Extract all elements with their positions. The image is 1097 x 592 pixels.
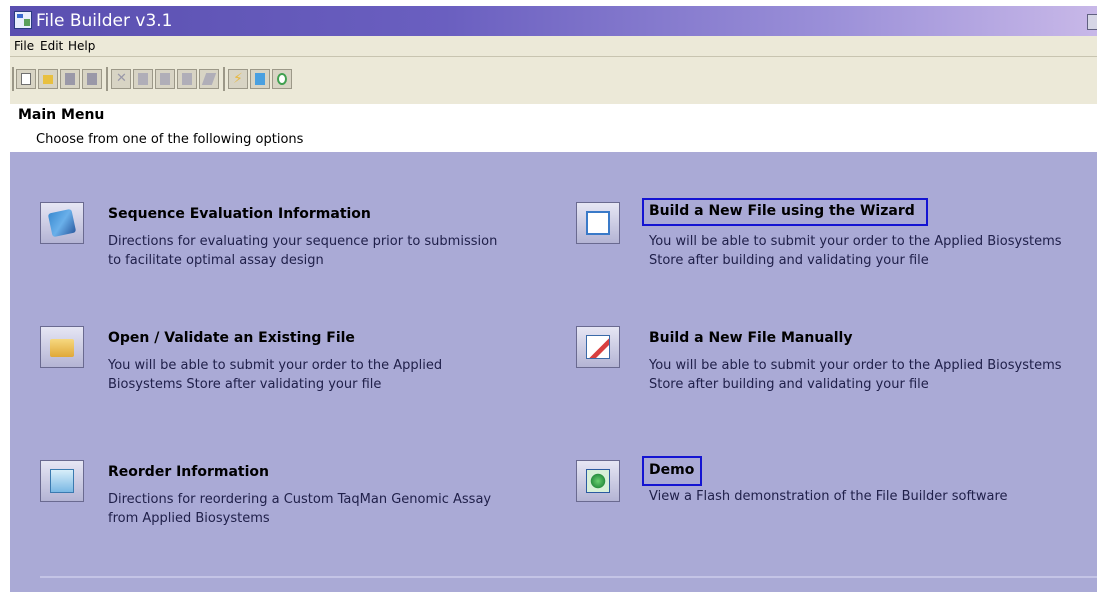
save-as-button[interactable] bbox=[82, 69, 102, 89]
toolbar-separator bbox=[223, 67, 225, 91]
build-wizard-title[interactable]: Build a New File using the Wizard bbox=[649, 203, 915, 219]
copy-icon bbox=[138, 73, 148, 85]
option-open-validate[interactable]: Open / Validate an Existing File You wil… bbox=[40, 326, 560, 396]
reorder-desc-line1: Directions for reordering a Custom TaqMa… bbox=[108, 492, 492, 507]
menu-edit[interactable]: Edit bbox=[40, 39, 63, 53]
toolbar: ✕ ⚡ bbox=[10, 57, 1097, 104]
manual-edit-icon bbox=[586, 335, 610, 359]
reorder-title[interactable]: Reorder Information bbox=[108, 464, 269, 480]
bottom-divider bbox=[40, 576, 1097, 578]
edit-button[interactable] bbox=[199, 69, 219, 89]
menu-help[interactable]: Help bbox=[68, 39, 95, 53]
cut-button[interactable]: ✕ bbox=[111, 69, 131, 89]
demo-desc: View a Flash demonstration of the File B… bbox=[649, 489, 1008, 504]
paste-icon bbox=[160, 73, 170, 85]
reorder-button[interactable] bbox=[40, 460, 84, 502]
build-manual-button[interactable] bbox=[576, 326, 620, 368]
demo-button[interactable] bbox=[576, 460, 620, 502]
build-manual-desc-line1: You will be able to submit your order to… bbox=[649, 358, 1062, 373]
open-validate-button[interactable] bbox=[40, 326, 84, 368]
build-manual-desc-line2: Store after building and validating your… bbox=[649, 377, 929, 392]
app-window: File Builder v3.1 File Edit Help ✕ ⚡ Mai… bbox=[10, 6, 1097, 592]
title-bar: File Builder v3.1 bbox=[10, 6, 1097, 36]
option-build-manual[interactable]: Build a New File Manually You will be ab… bbox=[576, 326, 1097, 396]
demo-button[interactable] bbox=[272, 69, 292, 89]
new-file-button[interactable] bbox=[16, 69, 36, 89]
find-button[interactable] bbox=[177, 69, 197, 89]
sequence-evaluation-icon bbox=[47, 208, 77, 238]
reorder-icon bbox=[50, 469, 74, 493]
option-demo[interactable]: Demo View a Flash demonstration of the F… bbox=[576, 456, 1097, 530]
edit-icon bbox=[201, 73, 217, 85]
menu-file[interactable]: File bbox=[14, 39, 34, 53]
find-icon bbox=[182, 73, 192, 85]
build-wizard-desc-line2: Store after building and validating your… bbox=[649, 253, 929, 268]
option-build-wizard[interactable]: Build a New File using the Wizard You wi… bbox=[576, 198, 1097, 272]
window-title: File Builder v3.1 bbox=[36, 11, 173, 31]
wizard-icon bbox=[586, 211, 610, 235]
demo-icon bbox=[277, 73, 287, 85]
validate-button[interactable]: ⚡ bbox=[228, 69, 248, 89]
menu-bar: File Edit Help bbox=[10, 36, 1097, 57]
open-folder-icon bbox=[43, 75, 53, 84]
reorder-desc-line2: from Applied Biosystems bbox=[108, 511, 270, 526]
window-control-button[interactable] bbox=[1087, 14, 1097, 30]
save-button[interactable] bbox=[60, 69, 80, 89]
main-menu-title: Main Menu bbox=[18, 107, 105, 123]
sequence-evaluation-button[interactable] bbox=[40, 202, 84, 244]
build-wizard-button[interactable] bbox=[576, 202, 620, 244]
sequence-evaluation-title[interactable]: Sequence Evaluation Information bbox=[108, 206, 371, 222]
open-validate-title[interactable]: Open / Validate an Existing File bbox=[108, 330, 355, 346]
cut-icon: ✕ bbox=[116, 71, 127, 86]
copy-button[interactable] bbox=[133, 69, 153, 89]
sequence-evaluation-desc-line1: Directions for evaluating your sequence … bbox=[108, 234, 498, 249]
paste-button[interactable] bbox=[155, 69, 175, 89]
open-folder-icon bbox=[50, 339, 74, 357]
build-manual-title[interactable]: Build a New File Manually bbox=[649, 330, 853, 346]
open-validate-desc-line2: Biosystems Store after validating your f… bbox=[108, 377, 382, 392]
toolbar-separator bbox=[106, 67, 108, 91]
demo-icon bbox=[586, 469, 610, 493]
app-icon bbox=[14, 11, 32, 29]
wizard-icon bbox=[255, 73, 265, 85]
demo-title[interactable]: Demo bbox=[649, 462, 694, 478]
wizard-button[interactable] bbox=[250, 69, 270, 89]
validate-icon: ⚡ bbox=[233, 71, 243, 87]
save-as-icon bbox=[87, 73, 97, 85]
sequence-evaluation-desc-line2: to facilitate optimal assay design bbox=[108, 253, 324, 268]
toolbar-separator bbox=[12, 67, 14, 91]
open-validate-desc-line1: You will be able to submit your order to… bbox=[108, 358, 443, 373]
main-menu-header: Main Menu Choose from one of the followi… bbox=[10, 104, 1097, 152]
build-wizard-desc-line1: You will be able to submit your order to… bbox=[649, 234, 1062, 249]
option-reorder[interactable]: Reorder Information Directions for reord… bbox=[40, 460, 560, 530]
main-menu-subtitle: Choose from one of the following options bbox=[36, 132, 304, 147]
open-file-button[interactable] bbox=[38, 69, 58, 89]
new-file-icon bbox=[21, 73, 31, 85]
option-sequence-evaluation[interactable]: Sequence Evaluation Information Directio… bbox=[40, 202, 560, 272]
save-icon bbox=[65, 73, 75, 85]
